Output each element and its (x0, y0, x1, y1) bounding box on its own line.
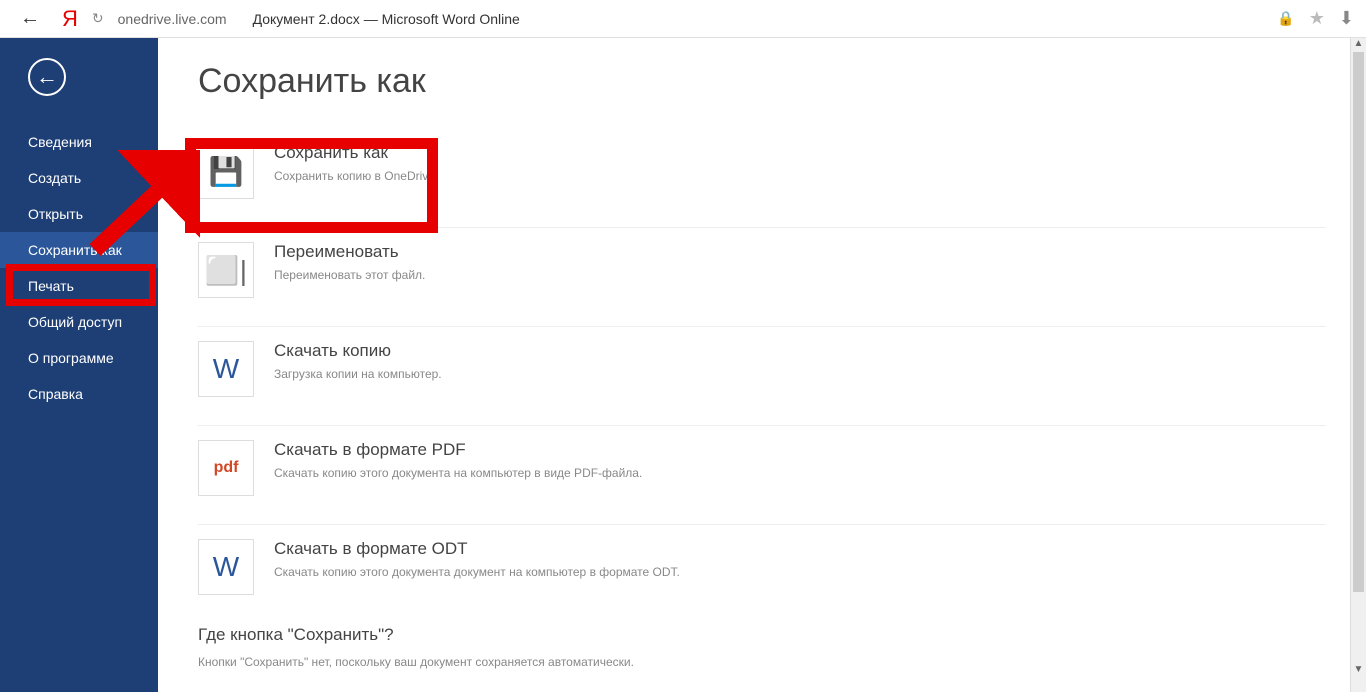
word-file-icon: W (198, 341, 254, 397)
option-rename[interactable]: ⬜| Переименовать Переименовать этот файл… (198, 227, 1326, 312)
download-icon[interactable]: ⬇ (1339, 8, 1354, 29)
save-button-info: Где кнопка "Сохранить"? Кнопки "Сохранит… (198, 625, 1326, 669)
sidebar-item-label: Печать (28, 278, 74, 294)
option-title: Скачать в формате PDF (274, 440, 642, 460)
sidebar-item-label: Общий доступ (28, 314, 122, 330)
content-scrollbar[interactable]: ▲ ▼ (1350, 38, 1366, 692)
pdf-file-icon: pdf (198, 440, 254, 496)
option-desc: Сохранить копию в OneDrive. (274, 169, 438, 183)
option-download[interactable]: W Скачать копию Загрузка копии на компью… (198, 326, 1326, 411)
sidebar-item-label: Создать (28, 170, 81, 186)
sidebar-item-new[interactable]: Создать (0, 160, 158, 196)
option-title: Скачать в формате ODT (274, 539, 680, 559)
option-save-as[interactable]: 💾 Сохранить как Сохранить копию в OneDri… (198, 129, 1326, 213)
rename-icon: ⬜| (198, 242, 254, 298)
option-title: Переименовать (274, 242, 425, 262)
sidebar-item-label: Сохранить как (28, 242, 122, 258)
file-menu-sidebar: ← Сведения Создать Открыть Сохранить как… (0, 38, 158, 692)
panel-heading: Сохранить как (198, 62, 1326, 101)
sidebar-item-print[interactable]: Печать (0, 268, 158, 304)
save-q-desc: Кнопки "Сохранить" нет, поскольку ваш до… (198, 655, 1326, 669)
sidebar-item-about[interactable]: О программе (0, 340, 158, 376)
page-title: Документ 2.docx — Microsoft Word Online (253, 11, 520, 27)
option-desc: Скачать копию этого документа документ н… (274, 565, 680, 579)
address-url[interactable]: onedrive.live.com (118, 11, 227, 27)
lock-icon: 🔒 (1277, 10, 1294, 27)
option-desc: Переименовать этот файл. (274, 268, 425, 282)
save-as-panel: Сохранить как 💾 Сохранить как Сохранить … (158, 38, 1366, 692)
odt-file-icon: W (198, 539, 254, 595)
option-title: Скачать копию (274, 341, 442, 361)
sidebar-item-save-as[interactable]: Сохранить как (0, 232, 158, 268)
scrollbar-thumb[interactable] (1353, 52, 1364, 592)
save-icon: 💾 (198, 143, 254, 199)
browser-bar: ← Я ↻ onedrive.live.com Документ 2.docx … (0, 0, 1366, 38)
option-desc: Загрузка копии на компьютер. (274, 367, 442, 381)
scroll-up-icon[interactable]: ▲ (1351, 38, 1366, 52)
sidebar-item-help[interactable]: Справка (0, 376, 158, 412)
back-arrow-icon[interactable]: ← (12, 3, 48, 34)
yandex-logo[interactable]: Я (62, 6, 78, 32)
back-button[interactable]: ← (28, 58, 66, 96)
sidebar-item-open[interactable]: Открыть (0, 196, 158, 232)
option-download-pdf[interactable]: pdf Скачать в формате PDF Скачать копию … (198, 425, 1326, 510)
bookmark-icon[interactable]: ★ (1309, 8, 1325, 29)
option-download-odt[interactable]: W Скачать в формате ODT Скачать копию эт… (198, 524, 1326, 609)
sidebar-item-label: О программе (28, 350, 114, 366)
refresh-icon[interactable]: ↻ (92, 10, 104, 27)
sidebar-item-info[interactable]: Сведения (0, 124, 158, 160)
option-title: Сохранить как (274, 143, 438, 163)
option-desc: Скачать копию этого документа на компьют… (274, 466, 642, 480)
sidebar-item-label: Справка (28, 386, 83, 402)
scroll-down-icon[interactable]: ▼ (1351, 664, 1366, 678)
save-q-title: Где кнопка "Сохранить"? (198, 625, 1326, 645)
sidebar-item-label: Сведения (28, 134, 92, 150)
sidebar-item-label: Открыть (28, 206, 83, 222)
sidebar-item-share[interactable]: Общий доступ (0, 304, 158, 340)
